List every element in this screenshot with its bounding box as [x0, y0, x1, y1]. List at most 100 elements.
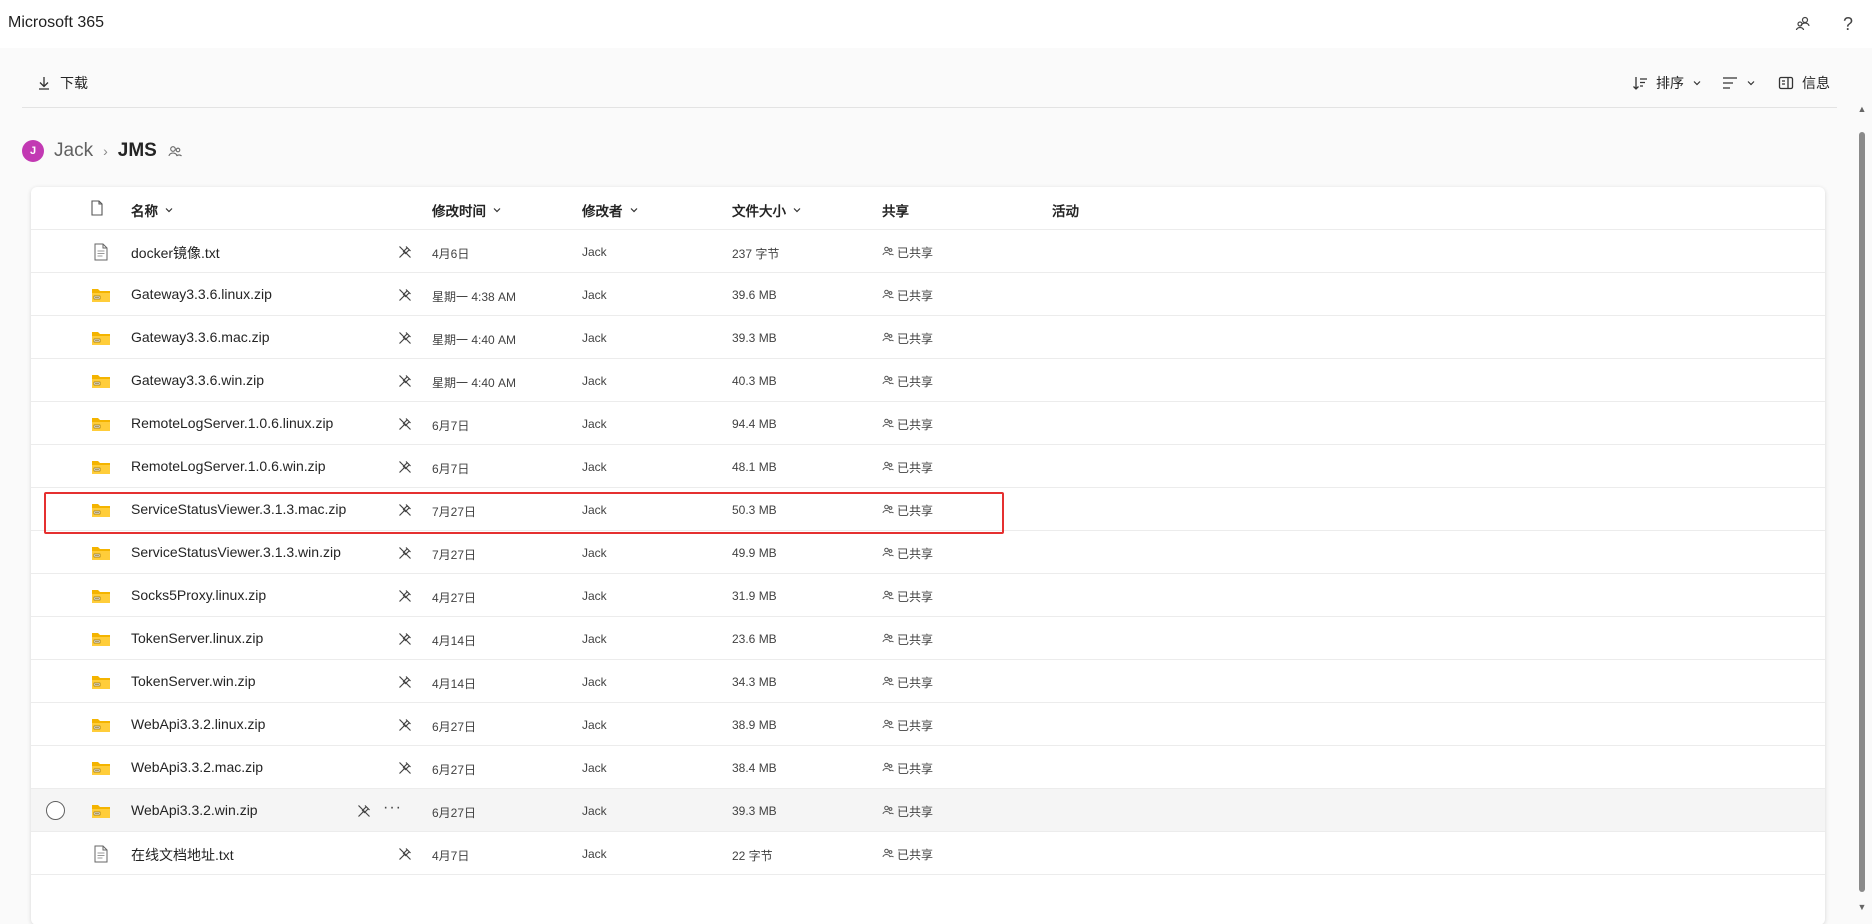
pin-off-icon[interactable] — [398, 546, 412, 560]
file-name[interactable]: RemoteLogServer.1.0.6.win.zip — [131, 458, 326, 474]
file-modified: 6月27日 — [432, 806, 477, 820]
column-header-size[interactable]: 文件大小 — [732, 200, 802, 220]
file-row[interactable]: Gateway3.3.6.linux.zip 星期一 4:38 AM Jack 39.… — [31, 273, 1825, 316]
file-modifier[interactable]: Jack — [582, 718, 607, 732]
file-modifier[interactable]: Jack — [582, 288, 607, 302]
file-sharing[interactable]: 已共享 — [882, 760, 933, 777]
file-name[interactable]: Gateway3.3.6.mac.zip — [131, 329, 270, 345]
file-modifier[interactable]: Jack — [582, 761, 607, 775]
file-sharing[interactable]: 已共享 — [882, 846, 933, 863]
file-sharing[interactable]: 已共享 — [882, 588, 933, 605]
column-header-activity[interactable]: 活动 — [1052, 200, 1079, 220]
file-sharing[interactable]: 已共享 — [882, 674, 933, 691]
more-icon[interactable]: ··· — [383, 799, 402, 817]
breadcrumb-root[interactable]: Jack — [54, 140, 93, 162]
column-header-sharing[interactable]: 共享 — [882, 200, 909, 220]
file-modifier[interactable]: Jack — [582, 675, 607, 689]
file-name[interactable]: RemoteLogServer.1.0.6.linux.zip — [131, 415, 333, 431]
pin-off-icon[interactable] — [357, 804, 371, 818]
file-modifier[interactable]: Jack — [582, 632, 607, 646]
scroll-down-arrow-icon[interactable]: ▼ — [1857, 902, 1867, 912]
file-name[interactable]: WebApi3.3.2.linux.zip — [131, 716, 265, 732]
file-type-header-icon[interactable] — [90, 200, 104, 216]
sort-button[interactable]: 排序 — [1626, 68, 1708, 98]
file-sharing[interactable]: 已共享 — [882, 373, 933, 390]
file-row[interactable]: WebApi3.3.2.win.zip ··· 6月27日 Jack 39.3 MB 已共… — [31, 789, 1825, 832]
file-sharing[interactable]: 已共享 — [882, 330, 933, 347]
pin-off-icon[interactable] — [398, 847, 412, 861]
scroll-up-arrow-icon[interactable]: ▲ — [1857, 104, 1867, 114]
file-sharing[interactable]: 已共享 — [882, 459, 933, 476]
scrollbar-thumb[interactable] — [1859, 132, 1865, 892]
pin-off-icon[interactable] — [398, 589, 412, 603]
file-row[interactable]: ServiceStatusViewer.3.1.3.mac.zip 7月27日 Ja… — [31, 488, 1825, 531]
pin-off-icon[interactable] — [398, 503, 412, 517]
pin-off-icon[interactable] — [398, 718, 412, 732]
info-button[interactable]: 信息 — [1772, 68, 1836, 98]
file-row[interactable]: RemoteLogServer.1.0.6.win.zip 6月7日 Jack 48.… — [31, 445, 1825, 488]
file-row[interactable]: 在线文档地址.txt 4月7日 Jack 22 字节 已共享 — [31, 832, 1825, 875]
file-name[interactable]: Gateway3.3.6.win.zip — [131, 372, 264, 388]
scrollbar[interactable]: ▲ ▼ — [1857, 104, 1867, 912]
file-list: 名称 修改时间 修改者 文件大小 共享 活动 docker镜像.txt 4月6日… — [31, 187, 1825, 924]
file-row[interactable]: WebApi3.3.2.linux.zip 6月27日 Jack 38.9 MB 已共享 — [31, 703, 1825, 746]
file-row[interactable]: RemoteLogServer.1.0.6.linux.zip 6月7日 Jack 9… — [31, 402, 1825, 445]
file-name[interactable]: 在线文档地址.txt — [131, 845, 234, 865]
file-row[interactable]: Gateway3.3.6.mac.zip 星期一 4:40 AM Jack 39.3 … — [31, 316, 1825, 359]
file-modifier[interactable]: Jack — [582, 503, 607, 517]
file-name[interactable]: Socks5Proxy.linux.zip — [131, 587, 266, 603]
column-header-modified[interactable]: 修改时间 — [432, 200, 502, 220]
file-modifier[interactable]: Jack — [582, 847, 607, 861]
file-sharing[interactable]: 已共享 — [882, 545, 933, 562]
column-header-modifier[interactable]: 修改者 — [582, 200, 639, 220]
pin-off-icon[interactable] — [398, 374, 412, 388]
file-name[interactable]: TokenServer.linux.zip — [131, 630, 263, 646]
file-sharing[interactable]: 已共享 — [882, 717, 933, 734]
pin-off-icon[interactable] — [398, 675, 412, 689]
file-sharing[interactable]: 已共享 — [882, 287, 933, 304]
file-sharing[interactable]: 已共享 — [882, 631, 933, 648]
file-name[interactable]: ServiceStatusViewer.3.1.3.mac.zip — [131, 501, 346, 517]
file-modifier[interactable]: Jack — [582, 546, 607, 560]
file-row[interactable]: WebApi3.3.2.mac.zip 6月27日 Jack 38.4 MB 已共享 — [31, 746, 1825, 789]
pin-off-icon[interactable] — [398, 761, 412, 775]
file-sharing[interactable]: 已共享 — [882, 244, 933, 261]
file-name[interactable]: Gateway3.3.6.linux.zip — [131, 286, 272, 302]
file-modifier[interactable]: Jack — [582, 331, 607, 345]
pin-off-icon[interactable] — [398, 460, 412, 474]
file-name[interactable]: WebApi3.3.2.mac.zip — [131, 759, 263, 775]
file-modifier[interactable]: Jack — [582, 460, 607, 474]
pin-off-icon[interactable] — [398, 632, 412, 646]
pin-off-icon[interactable] — [398, 417, 412, 431]
file-name[interactable]: ServiceStatusViewer.3.1.3.win.zip — [131, 544, 341, 560]
file-row[interactable]: TokenServer.win.zip 4月14日 Jack 34.3 MB 已共享 — [31, 660, 1825, 703]
file-name[interactable]: docker镜像.txt — [131, 243, 220, 263]
help-icon[interactable]: ? — [1837, 13, 1859, 35]
file-modifier[interactable]: Jack — [582, 245, 607, 259]
file-row[interactable]: Gateway3.3.6.win.zip 星期一 4:40 AM Jack 40.3 … — [31, 359, 1825, 402]
file-modifier[interactable]: Jack — [582, 589, 607, 603]
file-name[interactable]: WebApi3.3.2.win.zip — [131, 802, 258, 818]
file-name[interactable]: TokenServer.win.zip — [131, 673, 256, 689]
row-select-radio[interactable] — [46, 801, 65, 820]
column-header-name[interactable]: 名称 — [131, 200, 174, 220]
file-row[interactable]: Socks5Proxy.linux.zip 4月27日 Jack 31.9 MB 已共享 — [31, 574, 1825, 617]
file-row[interactable]: ServiceStatusViewer.3.1.3.win.zip 7月27日 Ja… — [31, 531, 1825, 574]
file-modifier[interactable]: Jack — [582, 417, 607, 431]
file-modified: 星期一 4:40 AM — [432, 333, 517, 347]
file-modifier[interactable]: Jack — [582, 374, 607, 388]
pin-off-icon[interactable] — [398, 288, 412, 302]
file-sharing[interactable]: 已共享 — [882, 502, 933, 519]
view-options-button[interactable] — [1716, 68, 1762, 98]
download-icon — [39, 77, 49, 90]
share-people-icon[interactable] — [1792, 13, 1814, 35]
file-row[interactable]: TokenServer.linux.zip 4月14日 Jack 23.6 MB 已共享 — [31, 617, 1825, 660]
file-sharing[interactable]: 已共享 — [882, 803, 933, 820]
file-sharing[interactable]: 已共享 — [882, 416, 933, 433]
file-modifier[interactable]: Jack — [582, 804, 607, 818]
app-title: Microsoft 365 — [8, 14, 105, 31]
file-row[interactable]: docker镜像.txt 4月6日 Jack 237 字节 已共享 — [31, 230, 1825, 273]
pin-off-icon[interactable] — [398, 331, 412, 345]
pin-off-icon[interactable] — [398, 245, 412, 259]
download-button[interactable]: 下载 — [30, 68, 94, 98]
